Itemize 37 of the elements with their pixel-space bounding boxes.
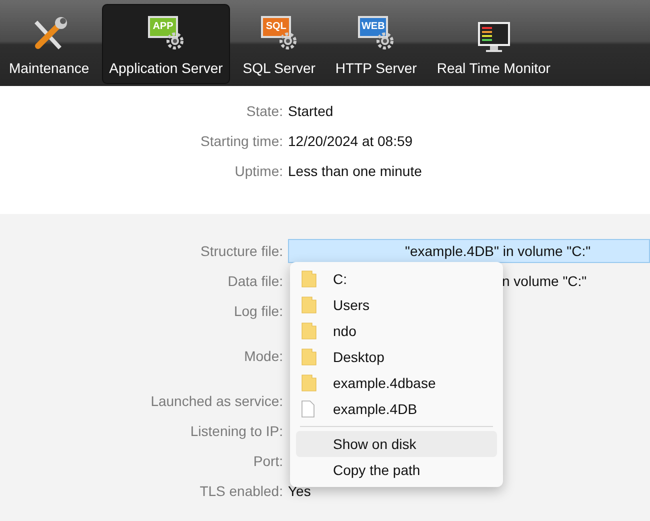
folder-icon <box>301 296 317 314</box>
folder-icon <box>301 348 317 366</box>
toolbar-tab[interactable]: Maintenance <box>2 4 96 84</box>
monitor-icon <box>476 20 512 54</box>
toolbar-tab[interactable]: APP Application Server <box>102 4 230 84</box>
field-label: Launched as service: <box>150 392 283 410</box>
field-value: n volume "C:" <box>502 272 587 290</box>
field-label: Uptime: <box>234 162 283 181</box>
field-value: Yes <box>288 482 311 500</box>
field-value: 12/20/2024 at 08:59 <box>288 132 413 150</box>
toolbar-tab[interactable]: Real Time Monitor <box>430 4 558 84</box>
toolbar-tab[interactable]: WEB HTTP Server <box>328 4 424 84</box>
field-value: Less than one minute <box>288 162 422 180</box>
menu-item[interactable]: example.4DB <box>296 396 497 422</box>
field-label: Port: <box>252 452 283 470</box>
menu-item[interactable]: example.4dbase <box>296 370 497 396</box>
path-field[interactable]: "example.4DB" in volume "C:" <box>288 239 650 263</box>
field-label: Listening to IP: <box>189 422 283 441</box>
menu-item[interactable]: C: <box>296 266 497 292</box>
menu-item[interactable]: Users <box>296 292 497 318</box>
field-label: Structure file: <box>200 242 283 260</box>
field-label: Starting time: <box>200 132 283 151</box>
field-label: Mode: <box>243 346 283 366</box>
folder-icon <box>301 374 317 392</box>
folder-icon <box>301 270 317 288</box>
folder-icon <box>301 322 317 340</box>
field-value: Started <box>288 102 334 120</box>
menu-item[interactable]: Desktop <box>296 344 497 370</box>
field-label: State: <box>245 102 283 120</box>
field-label: TLS enabled: <box>198 482 283 500</box>
toolbar-tab[interactable]: SQL SQL Server <box>236 4 322 84</box>
menu-item[interactable]: Copy the path <box>296 457 497 483</box>
menu-item[interactable]: ndo <box>296 318 497 344</box>
field-label: Data file: <box>226 272 283 290</box>
field-label: Log file: <box>232 302 283 321</box>
menu-item[interactable]: Show on disk <box>296 431 497 457</box>
file-icon <box>301 400 315 418</box>
